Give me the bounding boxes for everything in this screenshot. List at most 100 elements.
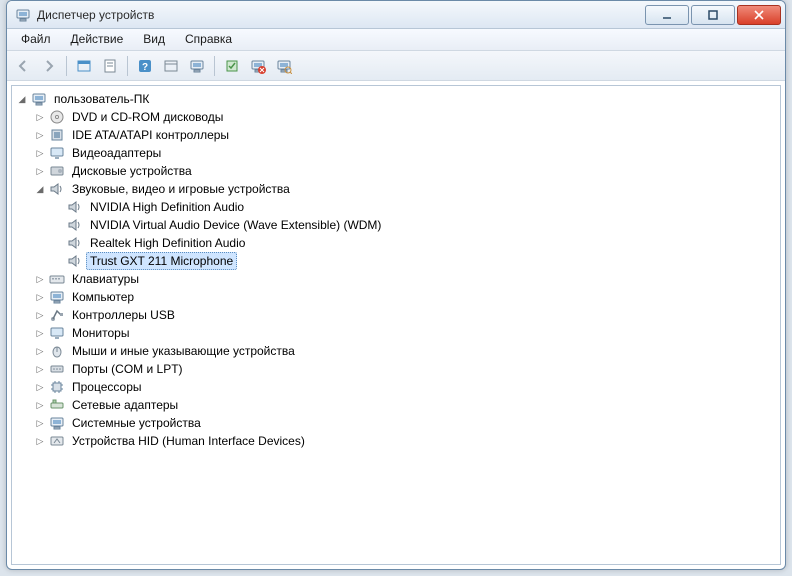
category-monitors[interactable]: ▷ Мониторы xyxy=(34,324,780,342)
expand-icon[interactable]: ▷ xyxy=(34,147,46,159)
category-usb[interactable]: ▷ Контроллеры USB xyxy=(34,306,780,324)
expand-icon[interactable]: ▷ xyxy=(34,111,46,123)
window-title: Диспетчер устройств xyxy=(37,8,645,22)
expand-icon[interactable]: ▷ xyxy=(34,363,46,375)
collapse-icon[interactable]: ◢ xyxy=(34,183,46,195)
category-label[interactable]: Дисковые устройства xyxy=(68,162,196,180)
category-label[interactable]: Контроллеры USB xyxy=(68,306,179,324)
category-computer[interactable]: ▷ Компьютер xyxy=(34,288,780,306)
keyboard-icon xyxy=(49,271,65,287)
menu-file[interactable]: Файл xyxy=(11,29,61,50)
toolbar-enable-button[interactable] xyxy=(220,54,244,78)
tree-root-label[interactable]: пользователь-ПК xyxy=(50,90,153,108)
computer-icon xyxy=(49,289,65,305)
category-sound[interactable]: ◢ Звуковые, видео и игровые устройства xyxy=(34,180,780,198)
disc-icon xyxy=(49,109,65,125)
device-nvidia-virtual[interactable]: NVIDIA Virtual Audio Device (Wave Extens… xyxy=(52,216,780,234)
svg-text:?: ? xyxy=(142,62,148,73)
expand-icon[interactable]: ▷ xyxy=(34,345,46,357)
expand-icon[interactable]: ▷ xyxy=(34,273,46,285)
cpu-icon xyxy=(49,379,65,395)
computer-icon xyxy=(49,415,65,431)
expand-icon[interactable]: ▷ xyxy=(34,165,46,177)
expand-icon[interactable]: ▷ xyxy=(34,327,46,339)
category-cpu[interactable]: ▷ Процессоры xyxy=(34,378,780,396)
device-nvidia-hd[interactable]: NVIDIA High Definition Audio xyxy=(52,198,780,216)
category-disk[interactable]: ▷ Дисковые устройства xyxy=(34,162,780,180)
device-label[interactable]: Realtek High Definition Audio xyxy=(86,234,249,252)
device-label[interactable]: NVIDIA High Definition Audio xyxy=(86,198,248,216)
toolbar-back-button[interactable] xyxy=(11,54,35,78)
hid-icon xyxy=(49,433,65,449)
toolbar-separator xyxy=(127,56,128,76)
toolbar-update-driver-button[interactable] xyxy=(185,54,209,78)
category-label[interactable]: Клавиатуры xyxy=(68,270,143,288)
category-label[interactable]: IDE ATA/ATAPI контроллеры xyxy=(68,126,233,144)
expand-icon[interactable]: ▷ xyxy=(34,399,46,411)
drive-icon xyxy=(49,163,65,179)
expand-icon[interactable]: ▷ xyxy=(34,417,46,429)
toolbar-help-button[interactable]: ? xyxy=(133,54,157,78)
speaker-icon xyxy=(67,217,83,233)
toolbar: ? xyxy=(7,51,785,81)
category-label[interactable]: Системные устройства xyxy=(68,414,205,432)
expand-icon[interactable]: ▷ xyxy=(34,381,46,393)
category-label[interactable]: Сетевые адаптеры xyxy=(68,396,182,414)
toolbar-forward-button[interactable] xyxy=(37,54,61,78)
toolbar-show-hidden-button[interactable] xyxy=(72,54,96,78)
category-network[interactable]: ▷ Сетевые адаптеры xyxy=(34,396,780,414)
category-label[interactable]: DVD и CD-ROM дисководы xyxy=(68,108,227,126)
category-label[interactable]: Компьютер xyxy=(68,288,138,306)
category-label[interactable]: Звуковые, видео и игровые устройства xyxy=(68,180,294,198)
monitor-icon xyxy=(49,325,65,341)
speaker-icon xyxy=(49,181,65,197)
toolbar-uninstall-button[interactable] xyxy=(246,54,270,78)
category-label[interactable]: Устройства HID (Human Interface Devices) xyxy=(68,432,309,450)
collapse-icon[interactable]: ◢ xyxy=(16,93,28,105)
menubar: Файл Действие Вид Справка xyxy=(7,29,785,51)
category-hid[interactable]: ▷ Устройства HID (Human Interface Device… xyxy=(34,432,780,450)
tree-root[interactable]: ◢ пользователь-ПК xyxy=(16,90,780,108)
category-label[interactable]: Мыши и иные указывающие устройства xyxy=(68,342,299,360)
device-realtek[interactable]: Realtek High Definition Audio xyxy=(52,234,780,252)
menu-help[interactable]: Справка xyxy=(175,29,242,50)
chip-icon xyxy=(49,127,65,143)
speaker-icon xyxy=(67,253,83,269)
maximize-button[interactable] xyxy=(691,5,735,25)
category-video[interactable]: ▷ Видеоадаптеры xyxy=(34,144,780,162)
app-icon xyxy=(15,7,31,23)
close-button[interactable] xyxy=(737,5,781,25)
speaker-icon xyxy=(67,199,83,215)
titlebar[interactable]: Диспетчер устройств xyxy=(7,1,785,29)
window-controls xyxy=(645,5,781,25)
device-label[interactable]: NVIDIA Virtual Audio Device (Wave Extens… xyxy=(86,216,385,234)
category-label[interactable]: Видеоадаптеры xyxy=(68,144,165,162)
category-label[interactable]: Процессоры xyxy=(68,378,146,396)
device-label-selected[interactable]: Trust GXT 211 Microphone xyxy=(86,252,237,270)
toolbar-separator xyxy=(66,56,67,76)
category-keyboards[interactable]: ▷ Клавиатуры xyxy=(34,270,780,288)
category-dvd[interactable]: ▷ DVD и CD-ROM дисководы xyxy=(34,108,780,126)
menu-view[interactable]: Вид xyxy=(133,29,175,50)
toolbar-properties-button[interactable] xyxy=(98,54,122,78)
category-mice[interactable]: ▷ Мыши и иные указывающие устройства xyxy=(34,342,780,360)
menu-action[interactable]: Действие xyxy=(61,29,134,50)
toolbar-scan-button[interactable] xyxy=(159,54,183,78)
category-ports[interactable]: ▷ Порты (COM и LPT) xyxy=(34,360,780,378)
expand-icon[interactable]: ▷ xyxy=(34,435,46,447)
toolbar-separator xyxy=(214,56,215,76)
expand-icon[interactable]: ▷ xyxy=(34,309,46,321)
category-label[interactable]: Порты (COM и LPT) xyxy=(68,360,187,378)
computer-icon xyxy=(31,91,47,107)
expand-icon[interactable]: ▷ xyxy=(34,129,46,141)
expand-icon[interactable]: ▷ xyxy=(34,291,46,303)
category-ide[interactable]: ▷ IDE ATA/ATAPI контроллеры xyxy=(34,126,780,144)
category-system[interactable]: ▷ Системные устройства xyxy=(34,414,780,432)
network-icon xyxy=(49,397,65,413)
toolbar-scan-hardware-button[interactable] xyxy=(272,54,296,78)
device-trust-gxt[interactable]: Trust GXT 211 Microphone xyxy=(52,252,780,270)
usb-icon xyxy=(49,307,65,323)
category-label[interactable]: Мониторы xyxy=(68,324,133,342)
device-tree-pane[interactable]: ◢ пользователь-ПК ▷ DVD и CD-ROM дисково… xyxy=(11,85,781,565)
minimize-button[interactable] xyxy=(645,5,689,25)
